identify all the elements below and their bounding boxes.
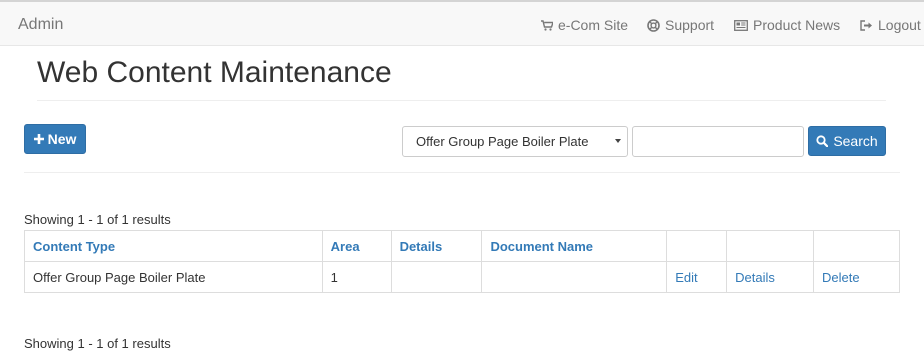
newspaper-icon: [734, 19, 748, 31]
cell-area: 1: [321, 261, 392, 293]
cart-icon: [541, 19, 553, 31]
toolbar-divider: [24, 172, 900, 173]
cell-content-type: Offer Group Page Boiler Plate: [24, 261, 323, 293]
new-button-label: New: [47, 131, 77, 147]
content-type-select-value: Offer Group Page Boiler Plate: [416, 134, 589, 149]
cell-details: [390, 261, 483, 293]
column-header-details-action: [726, 230, 815, 262]
nav-support[interactable]: Support: [647, 17, 714, 33]
content-type-select[interactable]: Offer Group Page Boiler Plate: [402, 126, 628, 157]
details-link[interactable]: Details: [735, 270, 775, 285]
edit-link[interactable]: Edit: [675, 270, 697, 285]
results-summary-bottom: Showing 1 - 1 of 1 results: [24, 336, 171, 351]
column-header-details[interactable]: Details: [390, 230, 483, 262]
table-header-row: Content Type Area Details Document Name: [24, 230, 900, 262]
cell-delete: Delete: [813, 261, 900, 293]
brand-admin[interactable]: Admin: [18, 16, 63, 34]
page-title: Web Content Maintenance: [37, 56, 392, 89]
search-button[interactable]: Search: [808, 126, 886, 156]
content-table: Content Type Area Details Document Name …: [24, 230, 900, 293]
nav-ecom-site-label: e-Com Site: [558, 17, 629, 33]
nav-logout[interactable]: Logout: [860, 17, 921, 33]
column-header-area[interactable]: Area: [321, 230, 392, 262]
cell-edit: Edit: [666, 261, 728, 293]
search-input[interactable]: [632, 126, 804, 157]
logout-icon: [860, 19, 872, 31]
cell-document-name: [481, 261, 668, 293]
nav-support-label: Support: [665, 17, 715, 33]
column-header-delete: [813, 230, 900, 262]
nav-logout-label: Logout: [878, 17, 921, 33]
nav-product-news-label: Product News: [753, 17, 841, 33]
plus-icon: [33, 134, 44, 144]
nav-product-news[interactable]: Product News: [734, 17, 840, 33]
cell-details-action: Details: [726, 261, 815, 293]
delete-link[interactable]: Delete: [822, 270, 860, 285]
table-row: Offer Group Page Boiler Plate 1 Edit Det…: [24, 261, 900, 293]
title-divider: [37, 100, 886, 101]
top-navbar: Admin e-Com Site Support Product News Lo…: [0, 0, 924, 46]
chevron-down-icon: [615, 139, 621, 143]
search-icon: [816, 135, 829, 147]
new-button[interactable]: New: [24, 124, 86, 154]
search-button-label: Search: [833, 133, 878, 149]
results-summary-top: Showing 1 - 1 of 1 results: [24, 212, 171, 227]
nav-ecom-site[interactable]: e-Com Site: [541, 17, 628, 33]
column-header-document-name[interactable]: Document Name: [481, 230, 668, 262]
column-header-edit: [666, 230, 728, 262]
column-header-content-type[interactable]: Content Type: [24, 230, 323, 262]
lifebuoy-icon: [647, 18, 660, 32]
